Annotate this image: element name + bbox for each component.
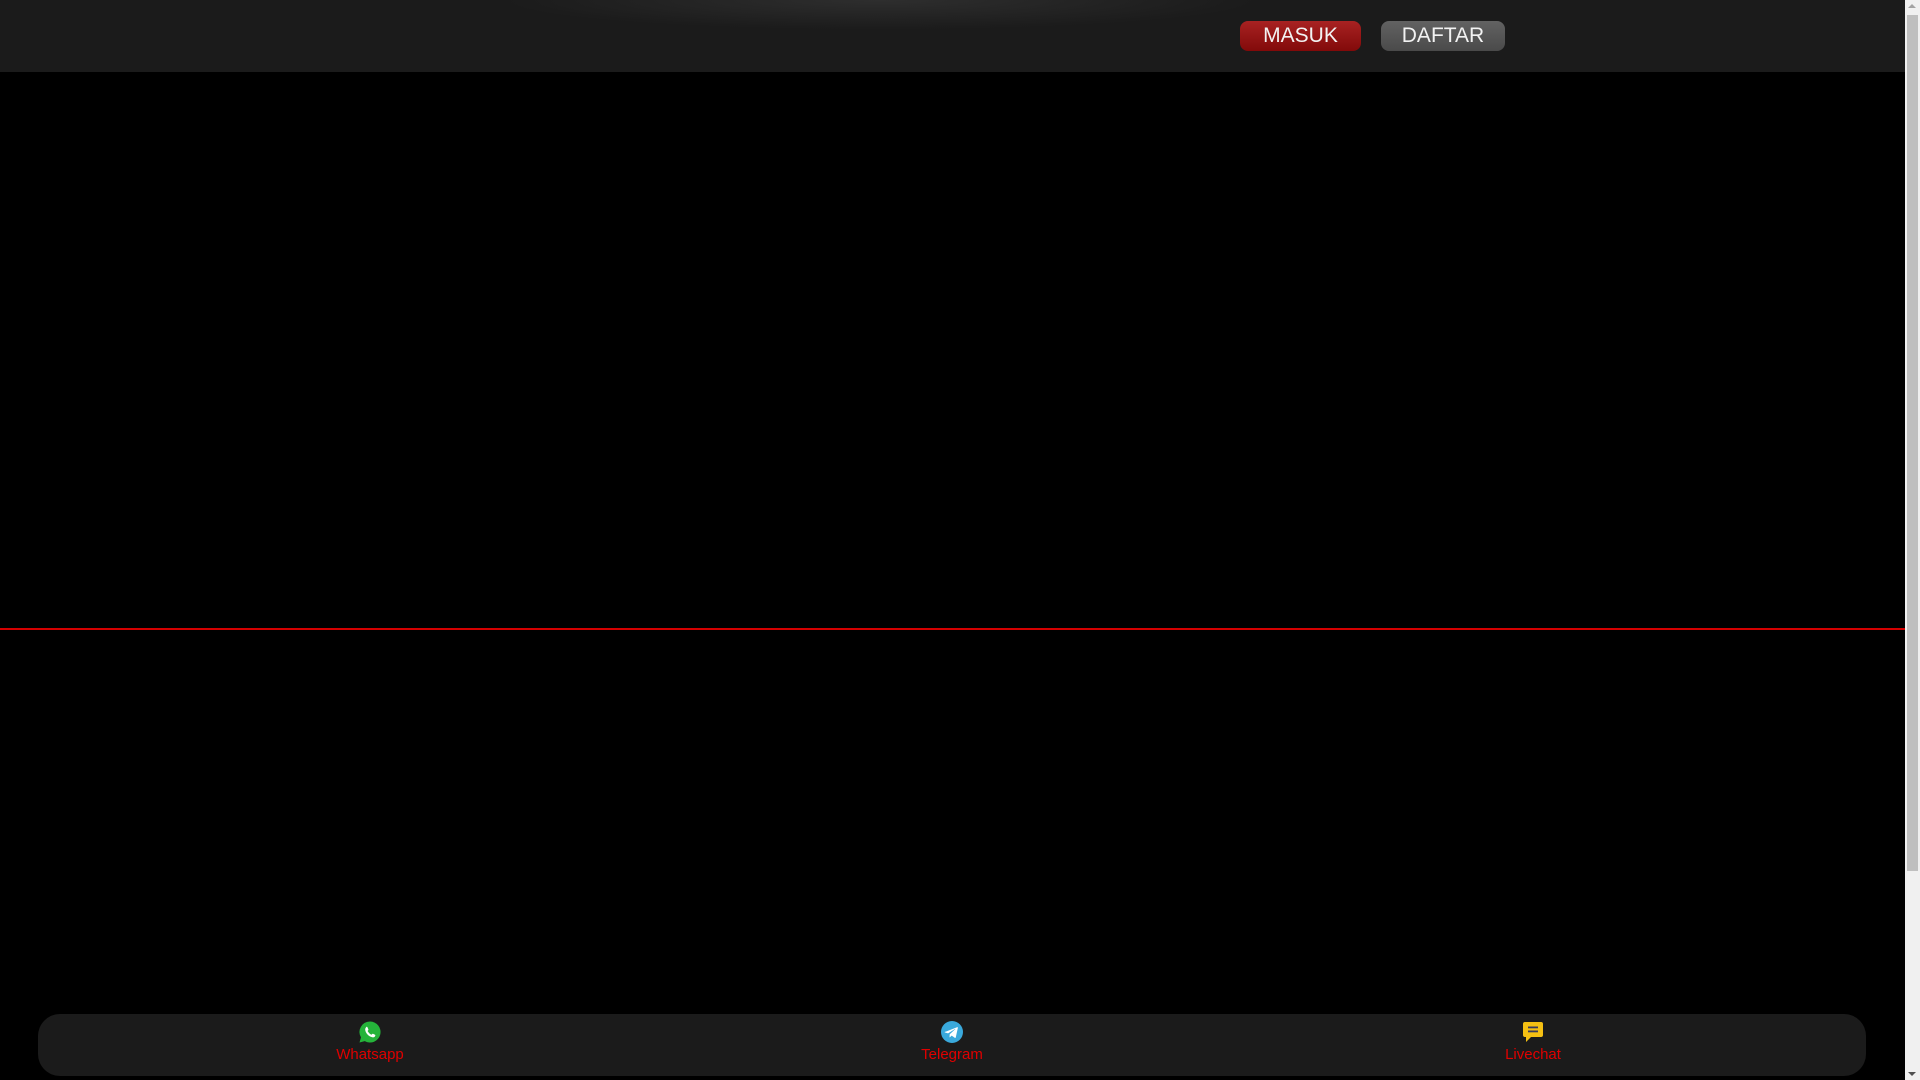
nav-livechat-label: Livechat (1505, 1046, 1561, 1063)
nav-whatsapp[interactable]: Whatsapp (310, 1020, 430, 1063)
telegram-icon (941, 1021, 963, 1043)
nav-telegram[interactable]: Telegram (892, 1020, 1012, 1063)
register-button[interactable]: DAFTAR (1381, 21, 1505, 51)
whatsapp-icon (359, 1021, 381, 1043)
section-divider (0, 628, 1905, 630)
nav-whatsapp-label: Whatsapp (336, 1046, 404, 1063)
header-logo-glow (500, 0, 1260, 30)
nav-telegram-label: Telegram (921, 1046, 983, 1063)
scroll-up-arrow-icon[interactable] (1908, 4, 1916, 8)
chat-bubble-icon (1523, 1022, 1543, 1042)
login-button[interactable]: MASUK (1240, 21, 1361, 51)
bottom-contact-bar: Whatsapp Telegram Livechat (38, 1014, 1866, 1076)
site-header: MASUK DAFTAR (0, 0, 1905, 72)
scroll-down-arrow-icon[interactable] (1908, 1072, 1916, 1076)
scrollbar-thumb[interactable] (1907, 15, 1918, 871)
nav-livechat[interactable]: Livechat (1473, 1020, 1593, 1063)
page-scrollbar[interactable] (1905, 0, 1920, 1080)
